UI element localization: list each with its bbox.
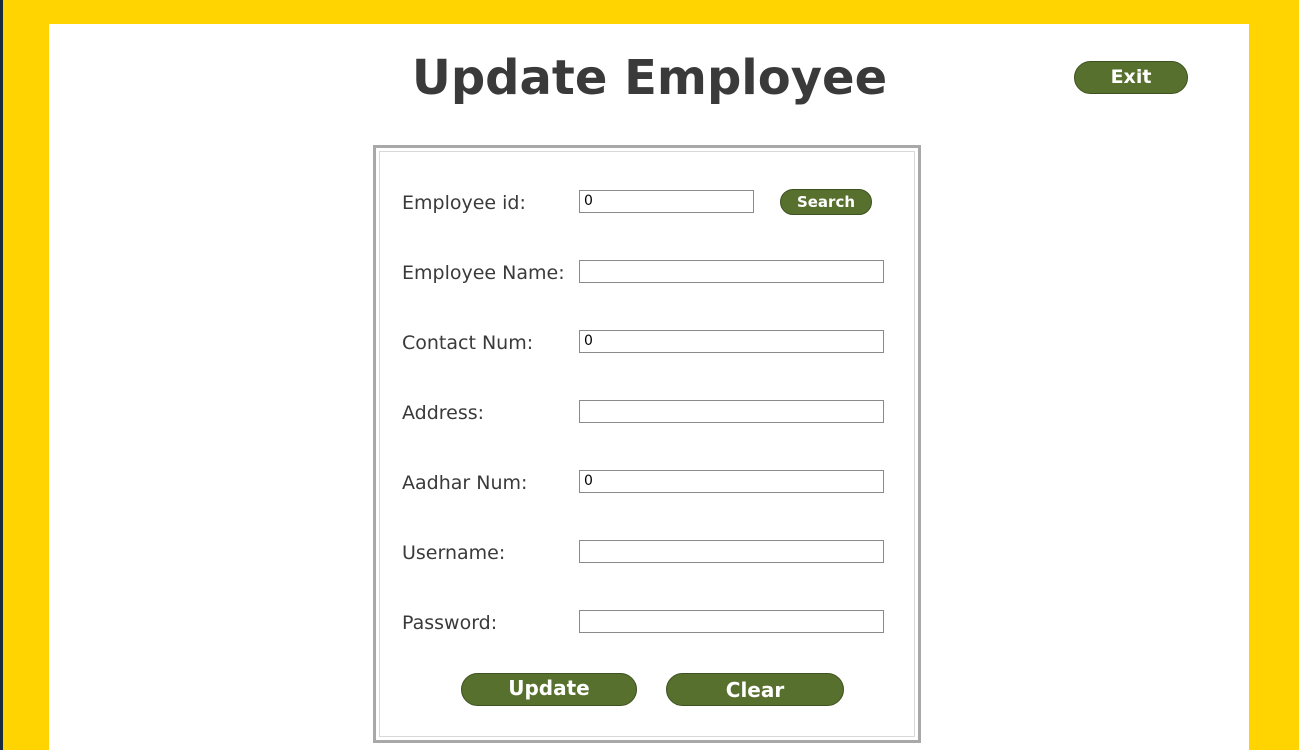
address-label: Address: bbox=[402, 402, 485, 424]
password-label: Password: bbox=[402, 612, 498, 634]
address-field[interactable] bbox=[579, 400, 884, 423]
update-button[interactable]: Update bbox=[461, 673, 637, 706]
password-field[interactable] bbox=[579, 610, 884, 633]
employee-id-label: Employee id: bbox=[402, 192, 526, 214]
contact-num-field[interactable]: 0 bbox=[579, 330, 884, 353]
employee-name-field[interactable] bbox=[579, 260, 884, 283]
aadhar-num-label: Aadhar Num: bbox=[402, 472, 528, 494]
username-field[interactable] bbox=[579, 540, 884, 563]
contact-num-label: Contact Num: bbox=[402, 332, 534, 354]
employee-form bbox=[373, 145, 921, 743]
exit-button[interactable]: Exit bbox=[1074, 61, 1188, 94]
employee-id-field[interactable]: 0 bbox=[579, 190, 754, 213]
employee-name-label: Employee Name: bbox=[402, 262, 565, 284]
clear-button[interactable]: Clear bbox=[666, 673, 844, 706]
username-label: Username: bbox=[402, 542, 506, 564]
search-button[interactable]: Search bbox=[780, 189, 872, 215]
aadhar-num-field[interactable]: 0 bbox=[579, 470, 884, 493]
